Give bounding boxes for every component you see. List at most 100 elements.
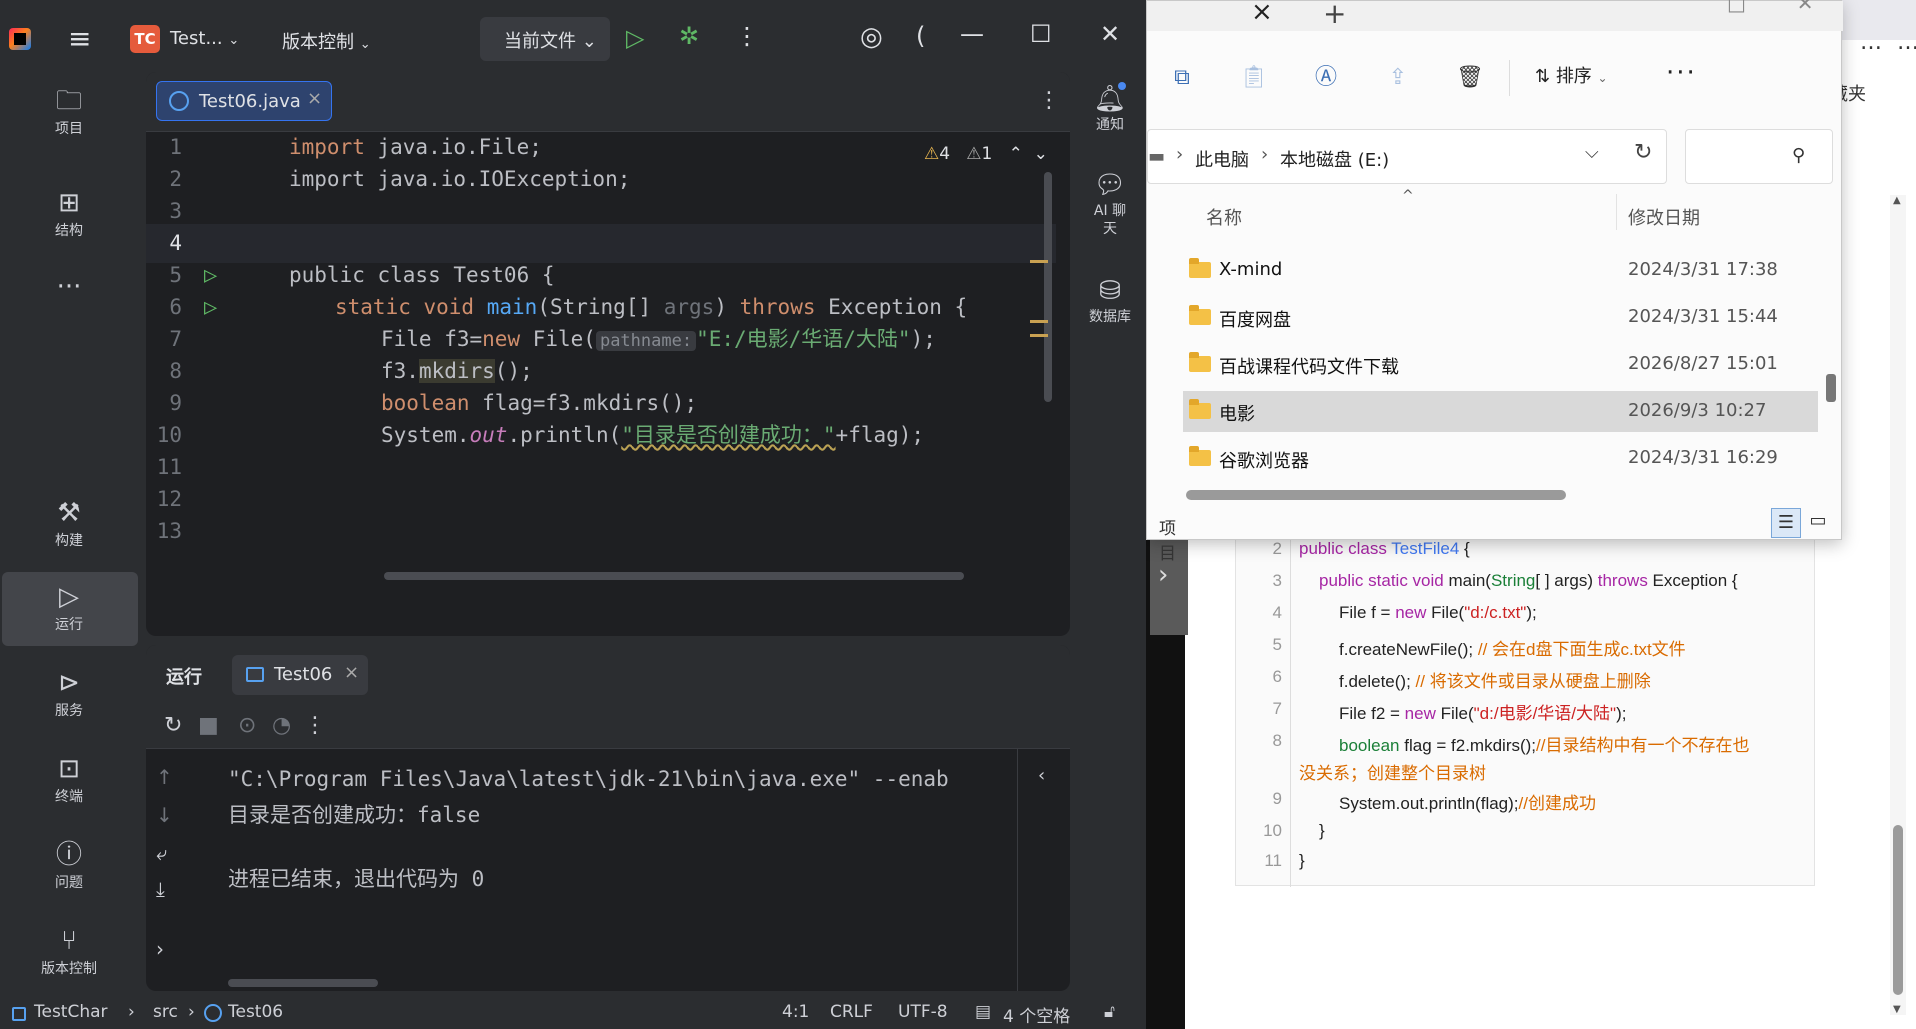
status-indent[interactable]: 4 个空格: [1003, 1002, 1070, 1027]
parameter-hint: pathname:: [595, 331, 697, 351]
run-icon[interactable]: ▷: [626, 24, 644, 52]
code-gutter-divider: [1290, 531, 1291, 887]
column-header-date[interactable]: 修改日期: [1628, 204, 1700, 230]
sort-button[interactable]: ⇅ 排序 ⌄: [1535, 62, 1608, 88]
ai-assistant-icon[interactable]: ◎: [860, 22, 883, 52]
tool-notifications[interactable]: 🔔︎ 通知: [1075, 82, 1145, 134]
debug-icon[interactable]: ✲: [679, 22, 699, 50]
share-icon[interactable]: ⇪: [1384, 64, 1412, 92]
search-box[interactable]: [1685, 129, 1833, 184]
horizontal-scrollbar[interactable]: [1186, 490, 1566, 500]
tiles-view-icon[interactable]: ▭: [1805, 510, 1831, 536]
close-tab-icon[interactable]: ×: [344, 662, 359, 683]
more-actions-icon[interactable]: ⋮: [735, 22, 759, 50]
tool-more[interactable]: ···: [0, 270, 138, 304]
more-icon[interactable]: …: [1897, 30, 1916, 55]
scroll-to-end-icon[interactable]: ⤓: [156, 877, 165, 901]
file-row[interactable]: 谷歌浏览器 2024/3/31 16:29: [1183, 438, 1818, 479]
project-badge[interactable]: TC: [130, 25, 160, 53]
maximize-icon[interactable]: ☐: [1030, 20, 1052, 48]
tool-services[interactable]: ⊳ 服务: [0, 666, 138, 720]
status-encoding[interactable]: UTF-8: [898, 1002, 948, 1022]
close-window-icon[interactable]: ✕: [1100, 20, 1120, 48]
error-stripe-mark[interactable]: [1030, 260, 1048, 263]
minimize-icon[interactable]: —: [960, 20, 984, 48]
tool-project[interactable]: 🗀︎ 项目: [0, 84, 138, 138]
soft-wrap-icon[interactable]: ⤶: [156, 841, 167, 865]
status-caret-position[interactable]: 4:1: [782, 1002, 809, 1022]
scrollbar-thumb[interactable]: [1893, 825, 1903, 995]
close-tab-icon[interactable]: ×: [1251, 0, 1273, 27]
search-icon[interactable]: ⚲: [1792, 145, 1805, 166]
copy-icon[interactable]: ⧉: [1168, 64, 1196, 92]
camera-icon[interactable]: ⊙: [238, 713, 256, 738]
file-row[interactable]: X-mind 2024/3/31 17:38: [1183, 250, 1818, 291]
tool-ai-chat[interactable]: 💬︎ AI 聊天: [1075, 168, 1145, 238]
project-switcher[interactable]: Test... ⌄: [170, 28, 239, 49]
status-src[interactable]: src: [153, 1002, 178, 1022]
rename-icon[interactable]: Ⓐ: [1312, 64, 1340, 92]
vertical-scrollbar-thumb[interactable]: [1826, 374, 1836, 402]
tool-label: 运行: [55, 617, 83, 633]
tabs-more-icon[interactable]: ⋮: [1038, 88, 1060, 113]
scroll-down-icon[interactable]: ↓: [156, 803, 173, 827]
scroll-up-icon[interactable]: ↑: [156, 765, 173, 789]
lock-icon[interactable]: 🔓︎: [1104, 1002, 1115, 1022]
file-row-selected[interactable]: 电影 2026/9/3 10:27: [1183, 391, 1818, 432]
java-class-icon: [204, 1004, 222, 1022]
browser-scrollbar[interactable]: ▲ ▼: [1890, 195, 1906, 1015]
main-menu-icon[interactable]: ≡: [68, 22, 91, 55]
code-line[interactable]: 13: [146, 512, 1056, 551]
editor-horizontal-scrollbar[interactable]: [384, 572, 964, 580]
editor-vertical-scrollbar[interactable]: [1044, 172, 1052, 402]
column-header-name[interactable]: 名称: [1206, 204, 1242, 230]
tool-structure[interactable]: ⊞ 结构: [0, 186, 138, 240]
error-stripe-mark[interactable]: [1030, 334, 1048, 337]
refresh-icon[interactable]: ↻: [1634, 140, 1652, 165]
scroll-up-icon[interactable]: ▲: [1893, 195, 1901, 206]
vcs-widget[interactable]: 版本控制 ⌄: [282, 28, 371, 54]
more-actions-icon[interactable]: ⋮: [304, 713, 326, 738]
profiler-icon[interactable]: ◔: [272, 713, 291, 738]
close-tab-icon[interactable]: ×: [307, 88, 322, 109]
breadcrumb-drive-e[interactable]: 本地磁盘 (E:): [1280, 146, 1389, 172]
editor-tab-test06[interactable]: Test06.java ×: [156, 81, 332, 121]
tool-database[interactable]: ⛁ 数据库: [1075, 274, 1145, 326]
breadcrumb-this-pc[interactable]: 此电脑: [1195, 146, 1249, 172]
window-controls[interactable]: □ ✕: [1727, 0, 1814, 15]
more-icon[interactable]: …: [1860, 30, 1882, 55]
tool-terminal[interactable]: ⊡ 终端: [0, 752, 138, 806]
tool-vcs[interactable]: ⑂ 版本控制: [0, 924, 138, 978]
status-project[interactable]: TestChar: [34, 1002, 108, 1022]
file-row[interactable]: 百度网盘 2024/3/31 15:44: [1183, 297, 1818, 338]
line-number: 11: [1264, 851, 1282, 870]
run-config-selector[interactable]: 当前文件 ⌄: [480, 17, 610, 61]
chevron-right-icon[interactable]: ›: [156, 937, 164, 961]
intellij-logo-icon[interactable]: [9, 28, 31, 50]
chevron-down-icon[interactable]: ⌵: [1585, 142, 1599, 163]
status-file[interactable]: Test06: [228, 1002, 283, 1022]
stop-icon[interactable]: ■: [198, 713, 219, 738]
code-editor[interactable]: Test06.java × ⋮ ⚠4 ⚠1 ⌃ ⌄ 1 import java.…: [146, 72, 1070, 636]
details-view-icon[interactable]: ☰: [1771, 508, 1801, 538]
paste-icon[interactable]: 📋︎: [1240, 64, 1268, 92]
delete-icon[interactable]: 🗑︎: [1456, 64, 1484, 92]
tool-problems[interactable]: ⓘ 问题: [0, 838, 138, 892]
tool-run[interactable]: ▷ 运行: [0, 580, 138, 634]
new-tab-icon[interactable]: +: [1323, 0, 1346, 30]
more-options-icon[interactable]: ···: [1666, 58, 1697, 88]
chevron-right-icon: ›: [1176, 144, 1184, 165]
console-horizontal-scrollbar[interactable]: [228, 979, 378, 987]
file-date: 2026/9/3 10:27: [1628, 400, 1767, 421]
code-with-me-icon[interactable]: (: [916, 22, 925, 50]
error-stripe-mark[interactable]: [1030, 320, 1048, 323]
scroll-down-icon[interactable]: ▼: [1893, 1004, 1901, 1015]
rerun-icon[interactable]: ↻: [164, 713, 182, 738]
tool-build[interactable]: ⚒︎ 构建: [0, 496, 138, 550]
file-row[interactable]: 百战课程代码文件下载 2026/8/27 15:01: [1183, 344, 1818, 385]
chevron-right-icon[interactable]: ›: [1158, 560, 1168, 590]
collapse-panel-icon[interactable]: ‹: [1038, 765, 1045, 786]
run-tab-test06[interactable]: Test06 ×: [232, 655, 368, 695]
status-line-separator[interactable]: CRLF: [830, 1002, 873, 1022]
column-divider[interactable]: [1616, 194, 1617, 230]
